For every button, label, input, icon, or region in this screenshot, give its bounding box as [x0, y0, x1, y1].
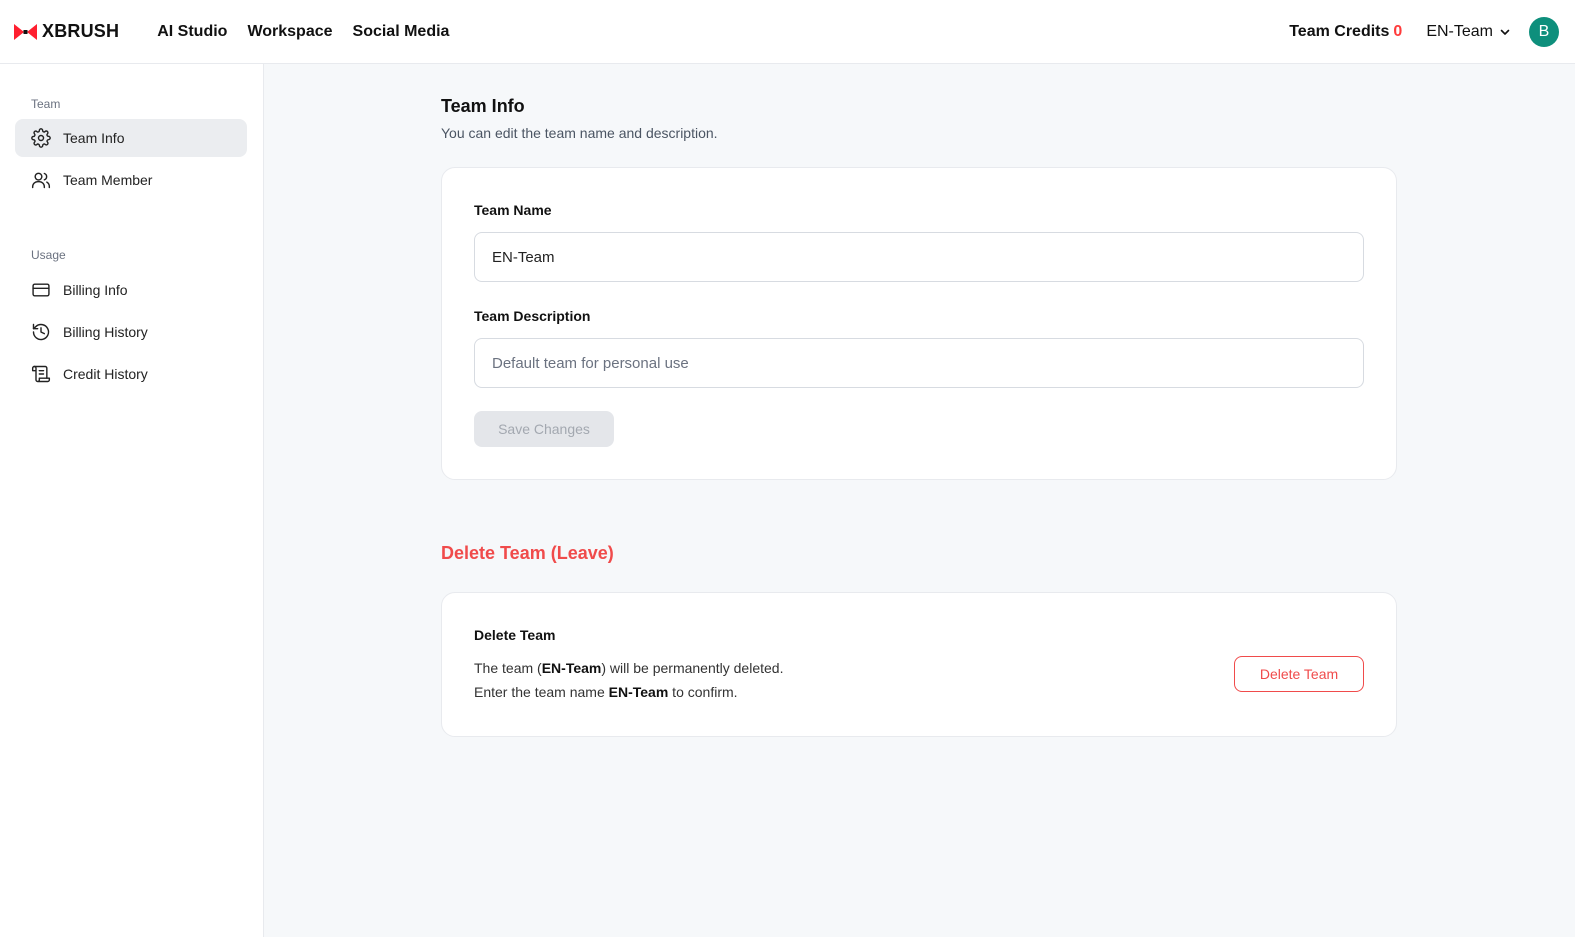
credit-card-icon: [32, 283, 50, 297]
nav-ai-studio[interactable]: AI Studio: [157, 23, 227, 41]
team-credits: Team Credits 0: [1289, 23, 1402, 41]
gear-icon: [31, 128, 51, 148]
team-selector[interactable]: EN-Team: [1426, 23, 1511, 41]
users-icon: [31, 172, 51, 189]
team-info-card: Team Name Team Description Save Changes: [441, 167, 1397, 480]
sidebar-item-team-info[interactable]: Team Info: [15, 119, 247, 157]
user-avatar[interactable]: B: [1529, 17, 1559, 47]
sidebar: Team Team Info Team Member Usage Billing…: [0, 64, 264, 937]
delete-team-card-title: Delete Team: [474, 627, 556, 643]
sidebar-section-team: Team: [31, 97, 61, 111]
brand-logo[interactable]: XBRUSH: [14, 21, 119, 42]
sidebar-item-label: Billing Info: [63, 282, 128, 298]
delete-team-section-title: Delete Team (Leave): [441, 543, 614, 563]
warning-suffix: ) will be permanently deleted.: [601, 660, 784, 676]
team-name-label: Team Name: [474, 202, 552, 218]
delete-team-card: Delete Team The team (EN-Team) will be p…: [441, 592, 1397, 737]
team-credits-label: Team Credits: [1289, 23, 1390, 40]
sidebar-item-label: Team Member: [63, 172, 153, 188]
warning-prefix: The team (: [474, 660, 542, 676]
page-title: Team Info: [441, 96, 525, 116]
confirm-team-name: EN-Team: [608, 684, 669, 700]
save-changes-button[interactable]: Save Changes: [474, 411, 614, 447]
header-right: Team Credits 0 EN-Team B: [1289, 0, 1559, 64]
sidebar-section-usage: Usage: [31, 248, 66, 262]
chevron-down-icon: [1500, 29, 1510, 35]
brand-name: XBRUSH: [42, 21, 120, 41]
sidebar-item-billing-history[interactable]: Billing History: [15, 313, 247, 351]
sidebar-item-team-member[interactable]: Team Member: [15, 161, 247, 199]
team-selector-label: EN-Team: [1426, 23, 1493, 40]
warning-team-name: EN-Team: [541, 660, 602, 676]
scroll-icon: [31, 365, 51, 383]
team-credits-value: 0: [1393, 23, 1403, 40]
delete-team-warning: The team (EN-Team) will be permanently d…: [474, 660, 783, 676]
sidebar-item-credit-history[interactable]: Credit History: [15, 355, 247, 393]
nav-workspace[interactable]: Workspace: [247, 23, 332, 41]
delete-team-button[interactable]: Delete Team: [1234, 656, 1364, 692]
team-description-label: Team Description: [474, 308, 591, 324]
history-icon: [32, 323, 50, 341]
page-subtitle: You can edit the team name and descripti…: [441, 125, 718, 141]
xbrush-logo-icon: [14, 23, 37, 40]
delete-team-confirm-hint: Enter the team name EN-Team to confirm.: [474, 684, 738, 700]
confirm-suffix: to confirm.: [668, 684, 738, 700]
sidebar-item-label: Credit History: [63, 366, 148, 382]
sidebar-item-label: Team Info: [63, 130, 125, 146]
team-description-input[interactable]: [474, 338, 1364, 388]
top-navigation-bar: XBRUSH AI Studio Workspace Social Media …: [0, 0, 1575, 64]
sidebar-item-billing-info[interactable]: Billing Info: [15, 271, 247, 309]
sidebar-item-label: Billing History: [63, 324, 148, 340]
confirm-prefix: Enter the team name: [474, 684, 609, 700]
nav-social-media[interactable]: Social Media: [353, 23, 450, 41]
team-name-input[interactable]: [474, 232, 1364, 282]
main-nav: AI Studio Workspace Social Media: [157, 23, 469, 41]
